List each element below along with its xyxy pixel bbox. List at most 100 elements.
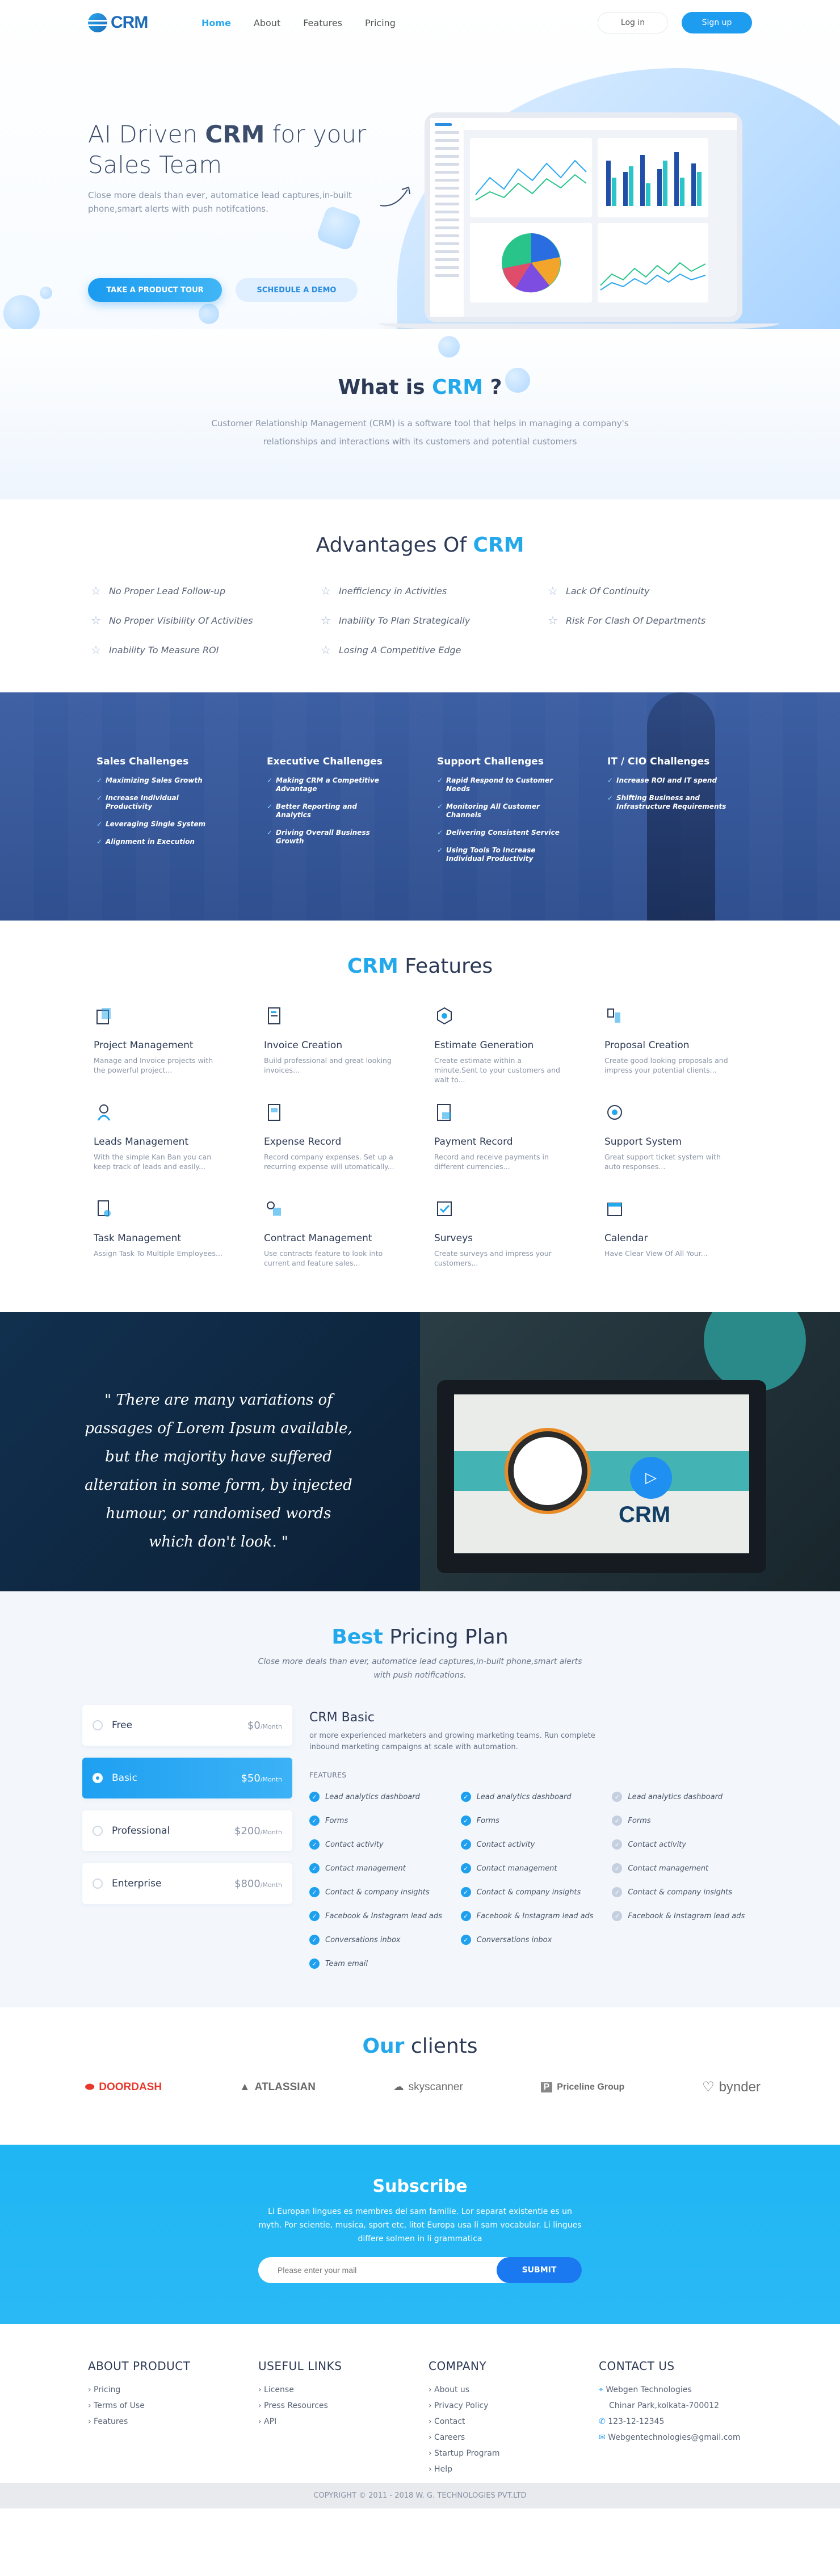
check-icon: ✓ — [612, 1911, 623, 1921]
schedule-demo-button[interactable]: SCHEDULE A DEMO — [236, 278, 358, 302]
expense-icon — [268, 1104, 280, 1121]
executive-challenges: Executive Challenges Making CRM a Compet… — [267, 756, 437, 872]
video-panel[interactable]: CRM ▷ — [420, 1312, 840, 1591]
subscribe-form: SUBMIT — [258, 2257, 582, 2283]
feature-item[interactable]: Proposal Creation Create good looking pro… — [604, 1006, 775, 1102]
challenge-title: Executive Challenges — [267, 756, 383, 767]
plan-option-enterprise[interactable]: Enterprise $800/Month — [82, 1863, 292, 1904]
advantages-section: Advantages Of CRM ☆ No Proper Lead Follow… — [0, 499, 840, 692]
header-actions: Log in Sign up — [598, 12, 752, 33]
feature-desc: Great support ticket system with auto re… — [604, 1153, 721, 1171]
decorative-bubble — [40, 287, 52, 299]
footer-link[interactable]: › Privacy Policy — [429, 2398, 599, 2414]
task-icon — [98, 1200, 111, 1217]
decorative-bubble — [3, 295, 40, 329]
plan-feature: ✓ Forms — [612, 1809, 763, 1833]
support-icon — [607, 1105, 622, 1120]
crm-logo[interactable]: CRM — [88, 13, 201, 32]
feature-item[interactable]: Surveys Create surveys and impress your c… — [434, 1199, 604, 1295]
email-input[interactable] — [258, 2266, 497, 2275]
footer-link[interactable]: › API — [258, 2414, 429, 2430]
feature-item[interactable]: Calendar Have Clear View Of All Your... — [604, 1199, 775, 1295]
hero-text: AI Driven CRM for your Sales Team Close … — [88, 119, 406, 216]
check-icon: ✓ — [309, 1911, 320, 1921]
advantage-item: ☆ Inability To Measure ROI — [91, 643, 219, 657]
plan-feature: ✓ Contact & company insights — [309, 1880, 461, 1904]
priceline-logo: P Priceline Group — [540, 2082, 624, 2092]
footer-link[interactable]: › License — [258, 2382, 429, 2398]
dashboard-laptop-illustration — [379, 112, 779, 329]
payment-icon — [437, 1104, 451, 1121]
feature-title: Leads Management — [94, 1136, 189, 1148]
advantage-item: ☆ No Proper Lead Follow-up — [91, 584, 226, 598]
phone-icon: ✆ — [599, 2417, 608, 2426]
feature-desc: With the simple Kan Ban you can keep tra… — [94, 1153, 212, 1171]
feature-item[interactable]: Leads Management With the simple Kan Ban … — [94, 1102, 264, 1199]
challenge-item: Making CRM a Competitive Advantage — [267, 776, 392, 793]
feature-item[interactable]: Estimate Generation Create estimate withi… — [434, 1006, 604, 1102]
footer-link[interactable]: › Startup Program — [429, 2445, 599, 2461]
plan-option-professional[interactable]: Professional $200/Month — [82, 1810, 292, 1851]
footer-link[interactable]: › Features — [88, 2414, 258, 2430]
radio-icon — [93, 1720, 103, 1730]
feature-item[interactable]: Contract Management Use contracts feature… — [264, 1199, 434, 1295]
feature-item[interactable]: Support System Great support ticket syste… — [604, 1102, 775, 1199]
footer-link[interactable]: › Press Resources — [258, 2398, 429, 2414]
bar-chart-card — [598, 138, 708, 217]
feature-desc: Have Clear View Of All Your... — [604, 1249, 708, 1258]
footer-link[interactable]: › About us — [429, 2382, 599, 2398]
teal-band — [454, 1451, 749, 1491]
feature-item[interactable]: Expense Record Record company expenses. S… — [264, 1102, 434, 1199]
quote-text: " There are many variations of passages … — [85, 1392, 352, 1550]
check-icon: ✓ — [309, 1887, 320, 1897]
calendar-icon — [607, 1203, 622, 1216]
feature-title: Invoice Creation — [264, 1040, 343, 1051]
pricing-subtitle: Close more deals than ever, automatice l… — [258, 1657, 582, 1680]
footer-link[interactable]: › Contact — [429, 2414, 599, 2430]
nav-about[interactable]: About — [254, 18, 280, 28]
advantage-item: ☆ Inability To Plan Strategically — [321, 613, 471, 627]
dashboard-topbar — [464, 118, 737, 131]
feature-title: Calendar — [604, 1233, 648, 1244]
plan-option-basic[interactable]: Basic $50/Month — [82, 1758, 292, 1798]
check-icon: ✓ — [309, 1959, 320, 1969]
feature-item[interactable]: Task Management Assign Task To Multiple E… — [94, 1199, 264, 1295]
play-video-button[interactable]: ▷ — [630, 1457, 672, 1499]
clients-title: Our clients — [362, 2035, 478, 2058]
nav-features[interactable]: Features — [303, 18, 342, 28]
login-button[interactable]: Log in — [598, 12, 668, 33]
hero-subtitle: Close more deals than ever, automatice l… — [88, 190, 352, 214]
feature-desc: Assign Task To Multiple Employees... — [94, 1249, 222, 1258]
check-icon: ✓ — [612, 1839, 623, 1850]
feature-desc: Record company expenses. Set up a recurr… — [264, 1153, 394, 1171]
contact-phone[interactable]: ✆ 123-12-12345 — [599, 2414, 769, 2430]
features-grid: Project Management Manage and Invoice pro… — [94, 1006, 752, 1295]
advantage-item: ☆ No Proper Visibility Of Activities — [91, 613, 253, 627]
footer-link[interactable]: › Pricing — [88, 2382, 258, 2398]
feature-item[interactable]: Payment Record Record and receive payment… — [434, 1102, 604, 1199]
product-tour-button[interactable]: TAKE A PRODUCT TOUR — [88, 278, 222, 302]
footer-col-company: COMPANY › About us › Privacy Policy › Cont… — [429, 2359, 599, 2477]
check-icon: ✓ — [612, 1816, 623, 1826]
contact-email[interactable]: ✉ Webgentechnologies@gmail.com — [599, 2430, 769, 2445]
footer-link[interactable]: › Help — [429, 2461, 599, 2477]
nav-pricing[interactable]: Pricing — [365, 18, 396, 28]
feature-title: Task Management — [94, 1233, 182, 1244]
footer-link[interactable]: › Terms of Use — [88, 2398, 258, 2414]
footer-link[interactable]: › Careers — [429, 2430, 599, 2445]
signup-button[interactable]: Sign up — [682, 12, 752, 33]
star-icon: ☆ — [321, 584, 331, 598]
check-icon: ✓ — [460, 1887, 471, 1897]
challenge-item: Monitoring All Customer Channels — [437, 802, 562, 820]
plan-option-free[interactable]: Free $0/Month — [82, 1705, 292, 1746]
sales-challenges: Sales Challenges Maximizing Sales Growth… — [96, 756, 267, 872]
nav-home[interactable]: Home — [201, 18, 231, 28]
feature-item[interactable]: Invoice Creation Build professional and g… — [264, 1006, 434, 1102]
submit-button[interactable]: SUBMIT — [497, 2257, 582, 2283]
challenge-item: Shifting Business and Infrastructure Req… — [607, 794, 732, 811]
advantage-item: ☆ Lack Of Continuity — [548, 584, 650, 598]
feature-item[interactable]: Project Management Manage and Invoice pro… — [94, 1006, 264, 1102]
footer-col-title: CONTACT US — [599, 2359, 675, 2373]
footer-col-links: USEFUL LINKS › License › Press Resources ›… — [258, 2359, 429, 2477]
estimate-icon — [437, 1007, 452, 1025]
